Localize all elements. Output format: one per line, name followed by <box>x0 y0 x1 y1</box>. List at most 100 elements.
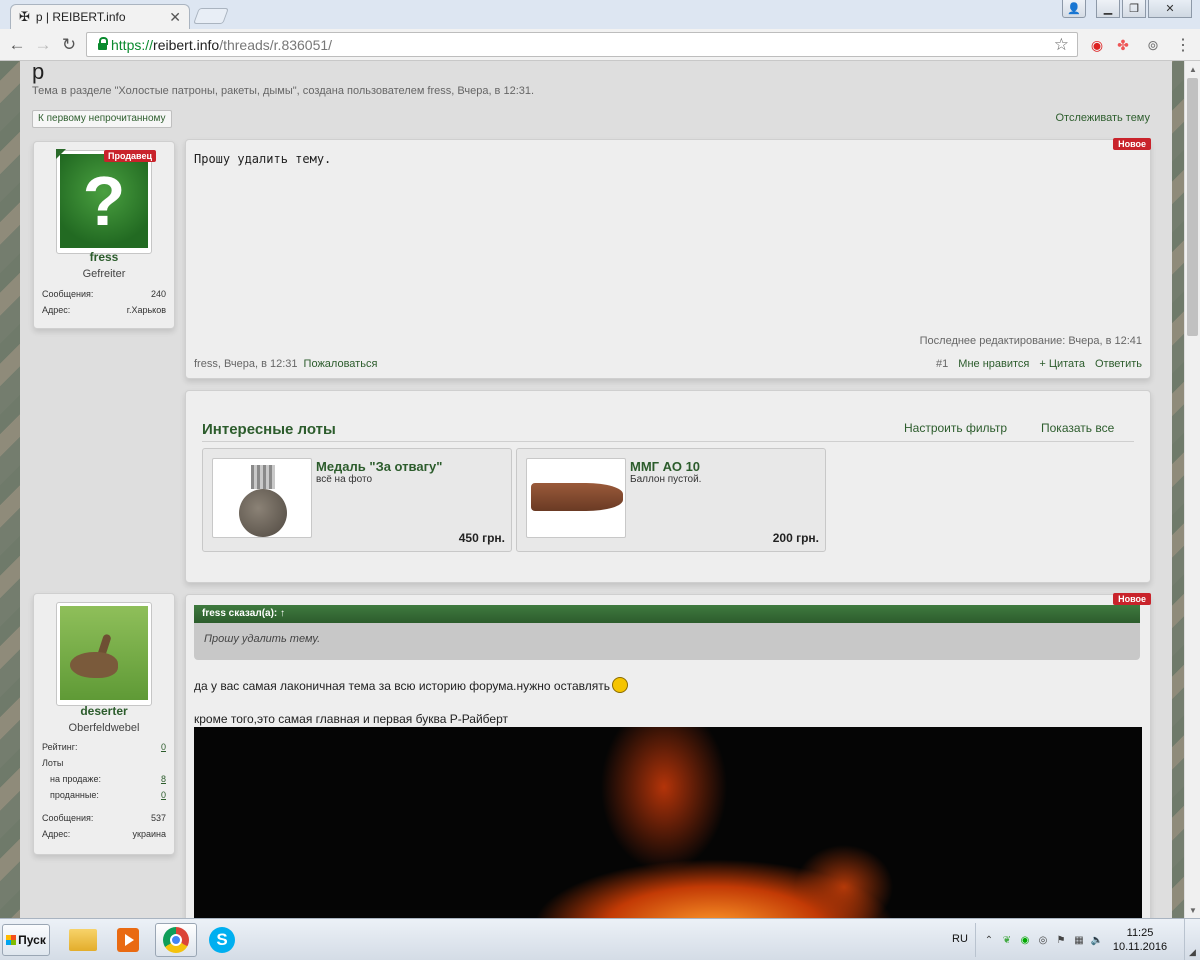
show-all-link[interactable]: Показать все <box>1041 421 1114 435</box>
lot-thumbnail[interactable] <box>212 458 312 538</box>
sync-extension-icon[interactable]: ⊚ <box>1142 34 1164 56</box>
stat-value: г.Харьков <box>126 305 166 315</box>
browser-toolbar: ← → ↻ https://reibert.info/threads/r.836… <box>0 29 1200 61</box>
chrome-tray-icon[interactable]: ◎ <box>1036 933 1050 947</box>
media-player-icon[interactable] <box>107 923 149 957</box>
user-rank: Oberfeldwebel <box>68 722 140 734</box>
new-tab-button[interactable] <box>193 8 229 24</box>
reload-icon[interactable]: ↻ <box>58 34 80 56</box>
thread-description: Тема в разделе "Холостые патроны, ракеты… <box>32 85 535 97</box>
first-unread-button[interactable]: К первому непрочитанному <box>32 110 172 128</box>
quote-header[interactable]: fress сказал(а): ↑ <box>194 605 1140 623</box>
quote-link[interactable]: + Цитата <box>1039 358 1085 370</box>
scroll-thumb[interactable] <box>1187 78 1198 336</box>
network-icon[interactable]: ▦ <box>1072 933 1086 947</box>
window-controls: 👤 ▁ ❐ ✕ <box>1062 0 1192 18</box>
opera-extension-icon[interactable]: ◉ <box>1086 34 1108 56</box>
scrollbar[interactable]: ▲ ▼ <box>1184 61 1200 918</box>
skype-icon[interactable]: S <box>201 923 243 957</box>
close-icon[interactable]: ✕ <box>1148 0 1192 18</box>
language-indicator[interactable]: RU <box>952 933 968 945</box>
fire-image <box>194 727 1142 918</box>
clock-date: 10.11.2016 <box>1112 941 1168 953</box>
apps-extension-icon[interactable]: ✤ <box>1112 34 1134 56</box>
start-button[interactable]: Пуск <box>2 924 50 956</box>
post-2: Новое fress сказал(а): ↑ Прошу удалить т… <box>185 593 1151 918</box>
taskbar: Пуск S RU ⌃ ❦ ◉ ◎ ⚑ ▦ 🔈 11:25 10.11.2016… <box>0 918 1200 960</box>
stat-value[interactable]: 0 <box>161 742 166 752</box>
volume-icon[interactable]: 🔈 <box>1090 933 1104 947</box>
lot-item[interactable]: Медаль "За отвагу" всё на фото 450 грн. <box>202 448 512 552</box>
title-bar: ✠ р | REIBERT.info ✕ 👤 ▁ ❐ ✕ <box>0 0 1200 29</box>
stat-on-sale: на продаже: 8 <box>42 774 166 784</box>
stat-address: Адрес: украина <box>42 829 166 839</box>
interesting-lots: Интересные лоты Настроить фильтр Показат… <box>185 390 1151 583</box>
post-1: Новое Прошу удалить тему. Последнее реда… <box>185 138 1151 379</box>
lot-description: Баллон пустой. <box>630 474 702 485</box>
lot-description: всё на фото <box>316 474 373 485</box>
clock[interactable]: 11:25 10.11.2016 <box>1112 926 1168 954</box>
chrome-icon[interactable] <box>155 923 197 957</box>
expand-tray-icon[interactable]: ⌃ <box>982 933 996 947</box>
post-number[interactable]: #1 <box>936 358 948 370</box>
quote-body: Прошу удалить тему. <box>194 623 1140 660</box>
scroll-up-icon[interactable]: ▲ <box>1185 61 1200 77</box>
hare-avatar-icon <box>60 606 148 700</box>
user-rank: Gefreiter <box>82 268 126 280</box>
stat-label: Сообщения: <box>42 289 94 299</box>
lot-thumbnail[interactable] <box>526 458 626 538</box>
scroll-down-icon[interactable]: ▼ <box>1185 902 1200 918</box>
avatar[interactable] <box>56 602 152 706</box>
lots-title: Интересные лоты <box>202 421 336 438</box>
back-icon[interactable]: ← <box>6 34 28 56</box>
forward-icon[interactable]: → <box>32 34 54 56</box>
avatar[interactable]: ? <box>56 150 152 254</box>
lot-name[interactable]: Медаль "За отвагу" <box>316 459 442 474</box>
username-fress[interactable]: fress <box>34 250 174 264</box>
green-app-icon[interactable]: ◉ <box>1018 933 1032 947</box>
reply-link[interactable]: Ответить <box>1095 358 1142 370</box>
corner-flag-icon <box>56 149 66 159</box>
browser-tab[interactable]: ✠ р | REIBERT.info ✕ <box>10 4 190 29</box>
last-edited: Последнее редактирование: Вчера, в 12:41 <box>919 335 1142 347</box>
stat-sold: проданные: 0 <box>42 790 166 800</box>
lot-item[interactable]: ММГ АО 10 Баллон пустой. 200 грн. <box>516 448 826 552</box>
stat-label: проданные: <box>50 790 99 800</box>
system-tray: ⌃ ❦ ◉ ◎ ⚑ ▦ 🔈 <box>975 923 1115 957</box>
user-icon[interactable]: 👤 <box>1062 0 1086 18</box>
filter-link[interactable]: Настроить фильтр <box>904 421 1007 435</box>
minimize-icon[interactable]: ▁ <box>1096 0 1120 18</box>
show-desktop-button[interactable]: ◢ <box>1184 919 1200 960</box>
clock-time: 11:25 <box>1126 927 1154 939</box>
restore-icon[interactable]: ❐ <box>1122 0 1146 18</box>
folder-icon[interactable] <box>62 923 104 957</box>
post-line-2: кроме того,это самая главная и первая бу… <box>194 712 509 726</box>
question-mark-avatar-icon: ? <box>60 154 148 248</box>
like-link[interactable]: Мне нравится <box>958 358 1029 370</box>
bookmark-star-icon[interactable]: ☆ <box>1054 35 1069 55</box>
thread-title: р <box>32 61 45 84</box>
author-time[interactable]: fress, Вчера, в 12:31 <box>194 358 298 370</box>
stat-rating: Рейтинг: 0 <box>42 742 166 752</box>
stat-label: Адрес: <box>42 829 71 839</box>
report-link[interactable]: Пожаловаться <box>304 358 378 370</box>
address-bar[interactable]: https://reibert.info/threads/r.836051/ ☆ <box>86 32 1078 57</box>
lot-name[interactable]: ММГ АО 10 <box>630 459 700 474</box>
menu-icon[interactable]: ⋮ <box>1172 34 1194 56</box>
seller-ribbon: Продавец <box>103 150 156 162</box>
tab-close-icon[interactable]: ✕ <box>169 9 181 26</box>
smiley-icon <box>612 677 628 693</box>
stat-value: украина <box>132 829 166 839</box>
leaf-icon[interactable]: ❦ <box>1000 933 1014 947</box>
new-badge: Новое <box>1113 593 1151 605</box>
stat-value[interactable]: 8 <box>161 774 166 784</box>
stat-value[interactable]: 0 <box>161 790 166 800</box>
stat-lots: Лоты <box>42 758 166 768</box>
watch-thread-link[interactable]: Отслеживать тему <box>1055 112 1150 124</box>
stat-value: 240 <box>150 289 166 299</box>
post-message: Прошу удалить тему. <box>194 152 332 166</box>
windows-logo-icon <box>6 935 17 945</box>
forum-content: р Тема в разделе "Холостые патроны, раке… <box>20 61 1172 918</box>
username-deserter[interactable]: deserter <box>34 704 174 718</box>
action-center-flag-icon[interactable]: ⚑ <box>1054 933 1068 947</box>
